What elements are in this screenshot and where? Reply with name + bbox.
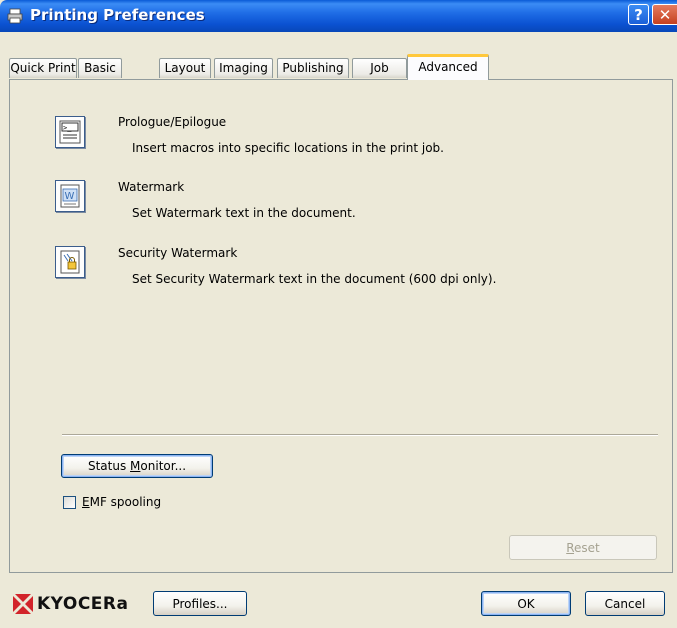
help-button[interactable]: ? [628, 4, 649, 25]
tab-basic[interactable]: Basic [78, 58, 122, 78]
tab-label: Job [370, 61, 389, 75]
kyocera-mark-icon [13, 594, 33, 614]
title-bar[interactable]: Printing Preferences ? ✕ [0, 0, 677, 32]
kyocera-wordmark: KYOCERa [37, 594, 129, 614]
button-label: Profiles... [172, 596, 228, 611]
tab-job[interactable]: Job [352, 58, 407, 78]
close-icon: ✕ [658, 5, 672, 24]
svg-text:W: W [65, 191, 75, 202]
button-label: OK [517, 596, 535, 611]
watermark-description: Set Watermark text in the document. [132, 206, 356, 220]
button-label: Reset [566, 540, 600, 555]
profiles-button[interactable]: Profiles... [153, 591, 247, 616]
separator [62, 434, 658, 436]
status-monitor-button[interactable]: Status Monitor... [61, 454, 213, 478]
tab-advanced[interactable]: Advanced [407, 54, 489, 80]
kyocera-logo: KYOCERa [12, 593, 128, 615]
emf-spooling-checkbox[interactable] [63, 496, 76, 509]
security-watermark-description: Set Security Watermark text in the docum… [132, 272, 497, 286]
prologue-epilogue-title[interactable]: Prologue/Epilogue [118, 115, 226, 129]
reset-button[interactable]: Reset [509, 535, 657, 560]
watermark-icon[interactable]: W [55, 180, 85, 212]
help-icon: ? [634, 5, 643, 24]
tab-label: Advanced [418, 60, 478, 74]
button-label: Cancel [604, 596, 646, 611]
tab-imaging[interactable]: Imaging [214, 58, 273, 78]
tab-layout[interactable]: Layout [159, 58, 211, 78]
prologue-epilogue-icon[interactable]: >_ [55, 116, 85, 148]
ok-button[interactable]: OK [481, 591, 571, 616]
tab-publishing[interactable]: Publishing [277, 58, 349, 78]
prologue-epilogue-description: Insert macros into specific locations in… [132, 141, 444, 155]
watermark-title[interactable]: Watermark [118, 180, 184, 194]
tab-label: Basic [84, 61, 116, 75]
security-watermark-icon[interactable] [55, 246, 85, 278]
tab-label: Layout [164, 61, 206, 75]
tab-label: Quick Print [10, 61, 76, 75]
tab-label: Publishing [282, 61, 344, 75]
close-button[interactable]: ✕ [652, 4, 677, 25]
security-watermark-title[interactable]: Security Watermark [118, 246, 237, 260]
tab-quick-print[interactable]: Quick Print [9, 58, 77, 78]
window-title: Printing Preferences [30, 6, 205, 24]
cancel-button[interactable]: Cancel [585, 591, 665, 616]
emf-spooling-label[interactable]: EMF spooling [82, 495, 161, 509]
svg-text:>_: >_ [63, 124, 72, 132]
printer-icon [7, 8, 23, 24]
button-label: Status Monitor... [87, 459, 187, 473]
tab-label: Imaging [219, 61, 268, 75]
